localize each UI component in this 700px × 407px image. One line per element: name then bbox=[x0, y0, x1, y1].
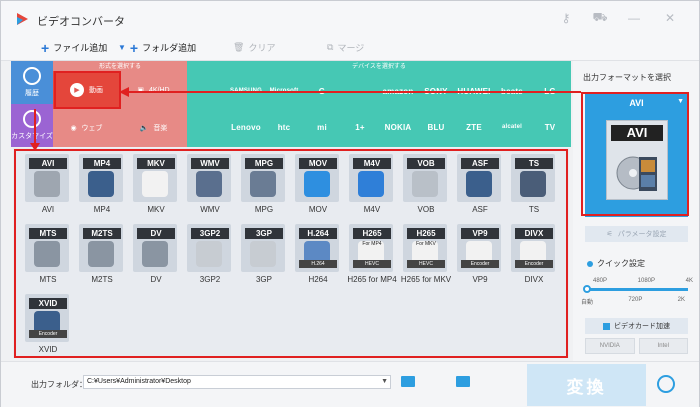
alarm-clock-icon[interactable] bbox=[657, 375, 675, 393]
resolution-labels-bottom: 自動 720P 2K bbox=[581, 297, 685, 306]
add-file-label: ファイル追加 bbox=[53, 43, 108, 53]
device-brand-row2-5[interactable]: NOKIA bbox=[379, 109, 417, 145]
device-brand-row2-2[interactable]: htc bbox=[265, 109, 303, 145]
history-label: 履歴 bbox=[25, 90, 39, 97]
merge-button[interactable]: ⧉ マージ bbox=[327, 41, 364, 54]
add-folder-label: フォルダ追加 bbox=[142, 43, 197, 53]
open-folder-icon[interactable] bbox=[401, 376, 415, 387]
category-web[interactable]: ◉ ウェブ bbox=[53, 109, 120, 147]
speaker-icon: 🔈 bbox=[139, 125, 149, 132]
device-panel: デバイスを選択する SAMSUNGMicrosoftGamazonSONYHUA… bbox=[187, 61, 571, 147]
parameter-settings-button[interactable]: ⚟ パラメータ設定 bbox=[585, 226, 688, 242]
app-logo-icon bbox=[17, 13, 28, 25]
plus-icon: + bbox=[129, 39, 139, 56]
video-category-highlight bbox=[54, 71, 121, 109]
quality-slider-track[interactable] bbox=[585, 288, 688, 291]
left-rail: 履歴 カスタマイズ bbox=[11, 61, 53, 147]
output-folder-path: C:¥Users¥Administrator¥Desktop bbox=[87, 378, 191, 385]
history-button[interactable]: 履歴 bbox=[11, 61, 53, 104]
device-header: デバイスを選択する bbox=[352, 64, 406, 70]
output-folder-label: 出力フォルダ： bbox=[31, 380, 87, 389]
dropdown-caret-icon: ▼ bbox=[118, 43, 126, 52]
clear-label: クリア bbox=[248, 43, 276, 53]
bottom-bar: 出力フォルダ： C:¥Users¥Administrator¥Desktop ▼… bbox=[1, 361, 699, 407]
title-bar: ビデオコンバータ ⚷ ⛟ — ✕ bbox=[1, 1, 699, 35]
sliders-icon: ⚟ bbox=[606, 231, 613, 238]
cart-icon[interactable]: ⛟ bbox=[591, 10, 609, 26]
category-hd[interactable]: ▣ 4K/HD bbox=[120, 71, 187, 109]
add-folder-button[interactable]: ▼ + フォルダ追加 bbox=[118, 39, 197, 56]
app-window: ビデオコンバータ ⚷ ⛟ — ✕ + ファイル追加 ▼ + フォルダ追加 🗑 ク… bbox=[0, 0, 700, 407]
device-brand-row2-0[interactable] bbox=[189, 109, 227, 145]
customize-button[interactable]: カスタマイズ bbox=[11, 104, 53, 147]
arrow-head-icon bbox=[119, 87, 129, 97]
merge-label: マージ bbox=[337, 43, 365, 53]
category-web-label: ウェブ bbox=[81, 125, 103, 132]
device-brand-row2-1[interactable]: Lenovo bbox=[227, 109, 265, 145]
res-label: 自動 bbox=[581, 300, 594, 306]
clock-icon bbox=[23, 67, 41, 85]
output-format-highlight bbox=[581, 92, 689, 216]
browse-folder-icon[interactable] bbox=[456, 376, 470, 387]
clear-button[interactable]: 🗑 クリア bbox=[233, 41, 275, 54]
plus-icon: + bbox=[41, 39, 50, 56]
annotation-arrow bbox=[121, 91, 581, 93]
res-label: 2K bbox=[677, 297, 685, 303]
gpu-acceleration-label: ビデオカード加速 bbox=[614, 323, 670, 330]
format-category-header: 形式を選択する bbox=[98, 64, 141, 70]
gpu-acceleration-button[interactable]: ビデオカード加速 bbox=[585, 318, 688, 334]
res-label: 1080P bbox=[637, 278, 656, 284]
gpu-icon bbox=[603, 322, 610, 330]
res-label: 720P bbox=[628, 297, 643, 303]
dropdown-caret-icon[interactable]: ▼ bbox=[381, 376, 388, 388]
output-folder-field[interactable]: C:¥Users¥Administrator¥Desktop ▼ bbox=[83, 375, 391, 389]
minimize-button[interactable]: — bbox=[625, 10, 643, 26]
close-button[interactable]: ✕ bbox=[661, 10, 679, 26]
device-brand-row2-8[interactable]: alcatel bbox=[493, 109, 531, 145]
device-brand-row2-7[interactable]: ZTE bbox=[455, 109, 493, 145]
device-brand-row2-9[interactable]: TV bbox=[531, 109, 569, 145]
intel-chip: Intel bbox=[638, 338, 688, 354]
trash-icon: 🗑 bbox=[233, 42, 245, 52]
nvidia-chip: NVIDIA bbox=[585, 338, 635, 354]
resolution-labels-top: 480P 1080P 4K bbox=[593, 278, 693, 284]
custom-icon bbox=[23, 110, 41, 128]
res-label: 480P bbox=[593, 278, 608, 284]
device-brand-row2-6[interactable]: BLU bbox=[417, 109, 455, 145]
gpu-chips: NVIDIA Intel bbox=[585, 338, 688, 354]
app-title: ビデオコンバータ bbox=[37, 16, 125, 28]
quality-slider-handle[interactable] bbox=[583, 285, 591, 293]
chrome-icon: ◉ bbox=[70, 125, 77, 132]
add-file-button[interactable]: + ファイル追加 bbox=[41, 39, 108, 56]
res-label: 4K bbox=[685, 278, 693, 284]
customize-label: カスタマイズ bbox=[11, 133, 53, 140]
category-audio-label: 音楽 bbox=[153, 125, 168, 132]
convert-button[interactable]: 変換 bbox=[527, 364, 646, 406]
format-grid-highlight bbox=[14, 149, 568, 358]
key-icon[interactable]: ⚷ bbox=[557, 10, 575, 26]
toolbar: + ファイル追加 ▼ + フォルダ追加 🗑 クリア ⧉ マージ bbox=[1, 35, 699, 61]
category-audio[interactable]: 🔈 音楽 bbox=[120, 109, 187, 147]
arrow-head-icon bbox=[30, 143, 40, 151]
parameter-settings-label: パラメータ設定 bbox=[617, 231, 667, 238]
device-brand-row2-3[interactable]: mi bbox=[303, 109, 341, 145]
device-brand-row2-4[interactable]: 1+ bbox=[341, 109, 379, 145]
quick-setting: クイック設定 bbox=[587, 258, 645, 269]
quick-setting-label: クイック設定 bbox=[597, 259, 645, 268]
quick-setting-icon bbox=[587, 260, 593, 267]
merge-icon: ⧉ bbox=[327, 42, 334, 52]
output-format-title: 出力フォーマットを選択 bbox=[583, 73, 671, 82]
